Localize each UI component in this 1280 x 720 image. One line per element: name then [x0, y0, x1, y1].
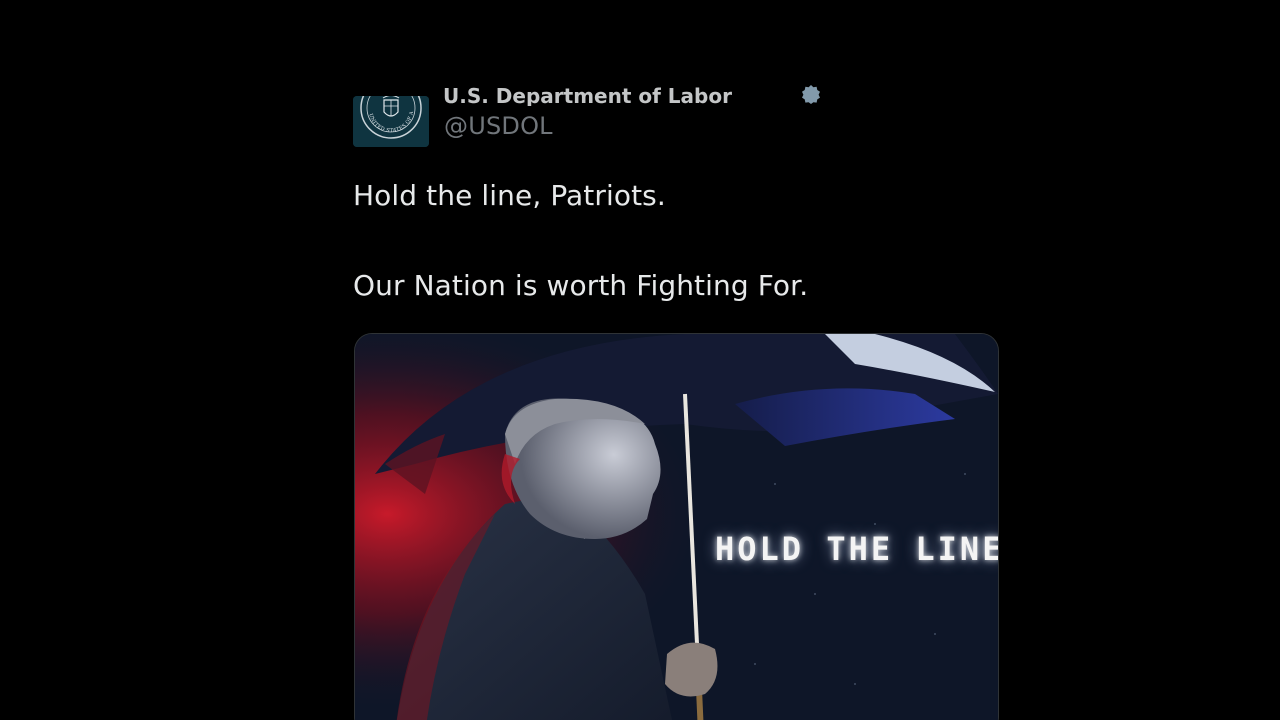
video-frame: U.S. Department of Labor UNITED STATES O… [0, 0, 1280, 720]
user-handle[interactable]: @USDOL [444, 112, 553, 140]
image-overlay-text: HOLD THE LINE. [715, 530, 999, 568]
verified-badge-icon [802, 85, 820, 104]
tweet-header-clipped: U.S. Department of Labor [443, 80, 843, 106]
tweet-card[interactable]: U.S. Department of Labor UNITED STATES O… [353, 80, 999, 720]
tweet-text-line-1: Hold the line, Patriots. [353, 179, 666, 212]
tweet-media-image[interactable]: HOLD THE LINE. [354, 333, 999, 720]
department-seal-icon: UNITED STATES OF AMERICA [353, 96, 429, 147]
display-name[interactable]: U.S. Department of Labor [443, 84, 732, 106]
media-illustration [355, 334, 998, 720]
avatar[interactable]: UNITED STATES OF AMERICA [353, 96, 429, 147]
tweet-text-line-2: Our Nation is worth Fighting For. [353, 269, 809, 302]
